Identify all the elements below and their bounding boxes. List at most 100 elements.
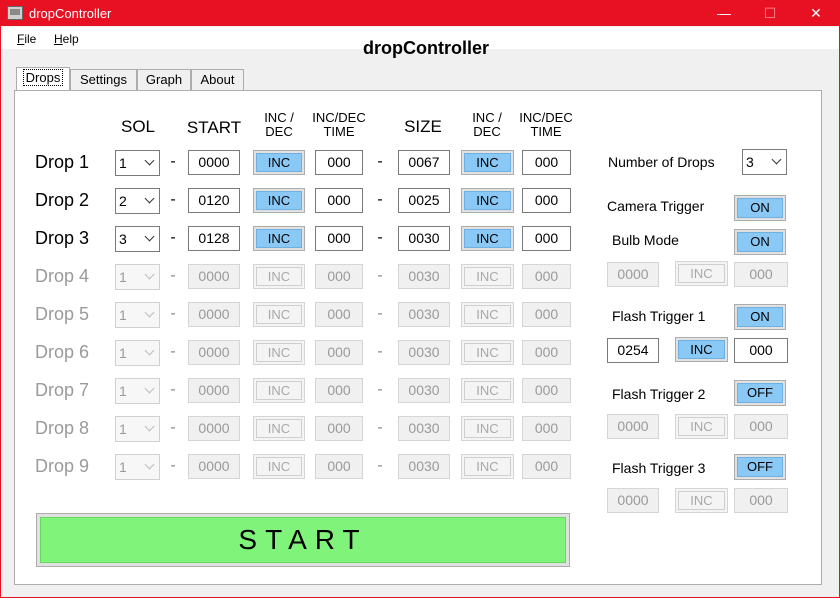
drop-9-size-inc-label: INC (464, 457, 511, 476)
drop-7-start-time-field: 000 (315, 378, 363, 403)
drop-9-dash-1: - (170, 457, 176, 474)
drop-3-start-time-field[interactable]: 000 (315, 226, 363, 251)
chevron-down-icon (144, 269, 155, 280)
flash-trigger-2-state: OFF (737, 383, 783, 403)
chevron-down-icon (144, 345, 155, 356)
tab-settings[interactable]: Settings (70, 69, 137, 90)
drop-4-label: Drop 4 (35, 266, 90, 286)
drop-7-size-inc-button: INC (461, 378, 514, 403)
drop-8-start-inc-label: INC (256, 419, 302, 438)
title-bar[interactable]: dropController — ☐ ✕ (1, 1, 839, 26)
flash-trigger-3-time-field: 000 (734, 488, 788, 513)
tab-graph[interactable]: Graph (137, 69, 191, 90)
drop-1-size-inc-button[interactable]: INC (461, 150, 514, 175)
drop-9-label: Drop 9 (35, 456, 90, 476)
drop-1-start-field[interactable]: 0000 (188, 150, 240, 175)
flash-trigger-1-inc-button[interactable]: INC (675, 337, 728, 362)
drop-8-size-field: 0030 (398, 416, 450, 441)
header-start: START (186, 118, 242, 137)
maximize-button[interactable]: ☐ (747, 1, 793, 26)
drop-1-size-field[interactable]: 0067 (398, 150, 450, 175)
drop-5-start-field: 0000 (188, 302, 240, 327)
start-button-label: START (40, 517, 566, 563)
flash-trigger-2-toggle[interactable]: OFF (734, 380, 786, 406)
drop-1-start-time-field[interactable]: 000 (315, 150, 363, 175)
drop-7-label: Drop 7 (35, 380, 90, 400)
drop-3-start-inc-label: INC (256, 229, 302, 248)
drop-9-start-time-field: 000 (315, 454, 363, 479)
drop-1-start-inc-button[interactable]: INC (253, 150, 305, 175)
flash-trigger-1-toggle[interactable]: ON (734, 304, 786, 330)
drop-6-dash-1: - (170, 343, 176, 360)
drop-2-size-field[interactable]: 0025 (398, 188, 450, 213)
drop-3-size-time-field[interactable]: 000 (522, 226, 571, 251)
drop-9-dash-2: - (377, 457, 383, 474)
drop-8-size-inc-button: INC (461, 416, 514, 441)
drop-5-start-time-field: 000 (315, 302, 363, 327)
chevron-down-icon (771, 154, 782, 165)
drop-2-size-inc-button[interactable]: INC (461, 188, 514, 213)
chevron-down-icon (144, 193, 155, 204)
drop-2-size-time-field[interactable]: 000 (522, 188, 571, 213)
camera-trigger-toggle[interactable]: ON (734, 195, 786, 221)
drop-2-start-time-field[interactable]: 000 (315, 188, 363, 213)
header-inc-dec-time: INC/DEC TIME (307, 110, 371, 140)
header-inc-dec-time-line2: TIME (323, 124, 355, 140)
drop-4-start-inc-label: INC (256, 267, 302, 286)
drop-6-sol-value: 1 (119, 345, 127, 361)
drop-8-dash-1: - (170, 419, 176, 436)
drop-4-sol-select: 1 (115, 264, 160, 290)
flash-trigger-3-toggle[interactable]: OFF (734, 454, 786, 480)
close-button[interactable]: ✕ (793, 1, 839, 26)
drop-3-start-field[interactable]: 0128 (188, 226, 240, 251)
drop-9-size-inc-button: INC (461, 454, 514, 479)
drop-2-start-inc-button[interactable]: INC (253, 188, 305, 213)
drop-5-dash-1: - (170, 305, 176, 322)
drop-5-sol-value: 1 (119, 307, 127, 323)
flash-trigger-2-inc-button: INC (675, 414, 728, 439)
drop-2-sol-select[interactable]: 2 (115, 188, 160, 214)
flash-trigger-2-label: Flash Trigger 2 (612, 386, 706, 402)
flash-trigger-1-start-field[interactable]: 0254 (607, 338, 659, 363)
number-of-drops-select[interactable]: 3 (742, 149, 787, 175)
camera-trigger-state: ON (737, 198, 783, 218)
drop-9-start-inc-label: INC (256, 457, 302, 476)
flash-trigger-1-time-field[interactable]: 000 (734, 338, 788, 363)
drop-7-dash-2: - (377, 381, 383, 398)
drop-6-start-inc-label: INC (256, 343, 302, 362)
chevron-down-icon (144, 383, 155, 394)
drop-5-sol-select: 1 (115, 302, 160, 328)
drop-6-size-field: 0030 (398, 340, 450, 365)
chevron-down-icon (144, 307, 155, 318)
drop-3-size-field[interactable]: 0030 (398, 226, 450, 251)
drop-7-size-time-field: 000 (522, 378, 571, 403)
drop-9-sol-value: 1 (119, 459, 127, 475)
header-inc-dec-2-line2: DEC (473, 124, 501, 140)
drop-3-size-inc-button[interactable]: INC (461, 226, 514, 251)
drop-1-size-time-field[interactable]: 000 (522, 150, 571, 175)
start-button[interactable]: START (36, 513, 570, 567)
minimize-button[interactable]: — (701, 1, 747, 26)
drop-7-size-field: 0030 (398, 378, 450, 403)
bulb-mode-toggle[interactable]: ON (734, 229, 786, 255)
drop-3-start-inc-button[interactable]: INC (253, 226, 305, 251)
drop-6-size-inc-button: INC (461, 340, 514, 365)
header-inc-dec-line1: INC / (264, 110, 294, 125)
tab-about[interactable]: About (191, 69, 244, 90)
drop-6-size-inc-label: INC (464, 343, 511, 362)
drop-5-size-field: 0030 (398, 302, 450, 327)
flash-trigger-1-label: Flash Trigger 1 (612, 308, 706, 324)
drop-7-sol-value: 1 (119, 383, 127, 399)
drop-1-sol-select[interactable]: 1 (115, 150, 160, 176)
drop-4-start-time-field: 000 (315, 264, 363, 289)
drop-2-start-field[interactable]: 0120 (188, 188, 240, 213)
flash-trigger-1-inc-label: INC (678, 340, 725, 359)
drop-2-size-inc-label: INC (464, 191, 511, 210)
app-window: dropController — ☐ ✕ File Help dropContr… (0, 0, 840, 598)
drop-9-sol-select: 1 (115, 454, 160, 480)
tab-drops[interactable]: Drops (16, 67, 70, 90)
bulb-time-field: 000 (734, 262, 788, 287)
drop-3-sol-select[interactable]: 3 (115, 226, 160, 252)
drop-1-dash-2: - (377, 153, 383, 170)
header-inc-dec: INC / DEC (253, 110, 305, 140)
